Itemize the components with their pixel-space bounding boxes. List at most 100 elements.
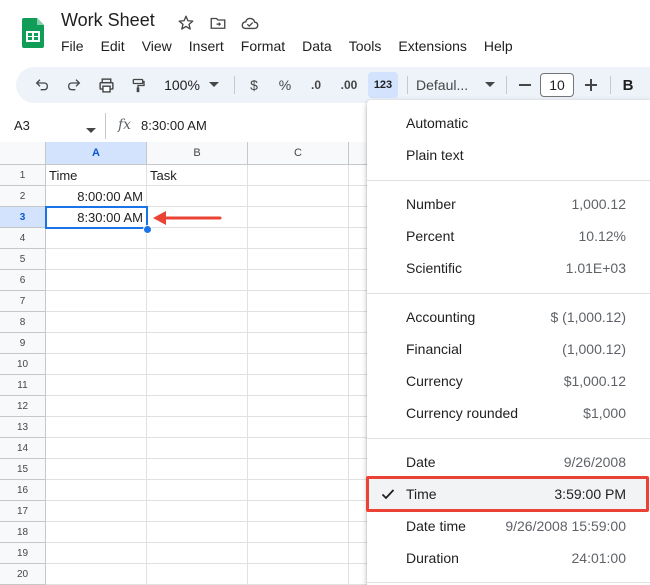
menu-item-accounting[interactable]: Accounting $ (1,000.12)	[367, 301, 650, 333]
zoom-select[interactable]: 100%	[160, 67, 204, 103]
column-header-c[interactable]: C	[248, 142, 349, 165]
cloud-saved-icon[interactable]	[240, 13, 260, 33]
star-icon[interactable]	[176, 13, 196, 33]
menu-format[interactable]: Format	[241, 38, 285, 54]
row-header-5[interactable]: 5	[0, 249, 46, 270]
document-title[interactable]: Work Sheet	[61, 10, 155, 31]
cell-c5[interactable]	[248, 249, 349, 270]
row-header-18[interactable]: 18	[0, 522, 46, 543]
menu-edit[interactable]: Edit	[101, 38, 125, 54]
select-all-corner[interactable]	[0, 142, 46, 165]
sheets-logo-icon[interactable]	[22, 18, 44, 48]
cell-a10[interactable]	[46, 354, 147, 375]
row-header-6[interactable]: 6	[0, 270, 46, 291]
menu-item-percent[interactable]: Percent 10.12%	[367, 220, 650, 252]
currency-format-button[interactable]: $	[244, 67, 264, 103]
more-formats-button[interactable]: 123	[368, 72, 398, 98]
column-header-b[interactable]: B	[147, 142, 248, 165]
cell-c18[interactable]	[248, 522, 349, 543]
percent-format-button[interactable]: %	[275, 67, 295, 103]
move-folder-icon[interactable]	[208, 13, 228, 33]
cell-a19[interactable]	[46, 543, 147, 564]
menu-view[interactable]: View	[142, 38, 172, 54]
cell-c6[interactable]	[248, 270, 349, 291]
row-header-13[interactable]: 13	[0, 417, 46, 438]
cell-c7[interactable]	[248, 291, 349, 312]
row-header-16[interactable]: 16	[0, 480, 46, 501]
cell-c17[interactable]	[248, 501, 349, 522]
cell-b19[interactable]	[147, 543, 248, 564]
cell-b5[interactable]	[147, 249, 248, 270]
row-header-4[interactable]: 4	[0, 228, 46, 249]
zoom-caret-icon[interactable]	[208, 67, 220, 103]
cell-c14[interactable]	[248, 438, 349, 459]
column-header-a[interactable]: A	[46, 142, 147, 165]
cell-c15[interactable]	[248, 459, 349, 480]
font-caret-icon[interactable]	[484, 67, 496, 103]
cell-b12[interactable]	[147, 396, 248, 417]
menu-item-automatic[interactable]: Automatic	[367, 107, 650, 139]
menu-item-scientific[interactable]: Scientific 1.01E+03	[367, 252, 650, 284]
menu-file[interactable]: File	[61, 38, 84, 54]
cell-c8[interactable]	[248, 312, 349, 333]
cell-b7[interactable]	[147, 291, 248, 312]
increase-decimal-button[interactable]: .00	[336, 67, 362, 103]
cell-a17[interactable]	[46, 501, 147, 522]
fill-handle[interactable]	[143, 225, 152, 234]
cell-c16[interactable]	[248, 480, 349, 501]
cell-a6[interactable]	[46, 270, 147, 291]
cell-a8[interactable]	[46, 312, 147, 333]
cell-a13[interactable]	[46, 417, 147, 438]
cell-c2[interactable]	[248, 186, 349, 207]
cell-a3[interactable]: 8:30:00 AM	[46, 207, 147, 228]
cell-a1[interactable]: Time	[46, 165, 147, 186]
cell-c13[interactable]	[248, 417, 349, 438]
cell-b10[interactable]	[147, 354, 248, 375]
cell-a4[interactable]	[46, 228, 147, 249]
menu-tools[interactable]: Tools	[349, 38, 382, 54]
cell-b4[interactable]	[147, 228, 248, 249]
undo-icon[interactable]	[30, 67, 54, 103]
cell-a20[interactable]	[46, 564, 147, 585]
menu-item-currency-rounded[interactable]: Currency rounded $1,000	[367, 397, 650, 429]
formula-input[interactable]: 8:30:00 AM	[141, 118, 207, 133]
row-header-12[interactable]: 12	[0, 396, 46, 417]
cell-a15[interactable]	[46, 459, 147, 480]
cell-b14[interactable]	[147, 438, 248, 459]
cell-a18[interactable]	[46, 522, 147, 543]
font-select[interactable]: Defaul...	[416, 67, 478, 103]
cell-c1[interactable]	[248, 165, 349, 186]
cell-c9[interactable]	[248, 333, 349, 354]
menu-insert[interactable]: Insert	[189, 38, 224, 54]
row-header-19[interactable]: 19	[0, 543, 46, 564]
row-header-11[interactable]: 11	[0, 375, 46, 396]
cell-c19[interactable]	[248, 543, 349, 564]
paint-format-icon[interactable]	[126, 67, 150, 103]
cell-a2[interactable]: 8:00:00 AM	[46, 186, 147, 207]
row-header-1[interactable]: 1	[0, 165, 46, 186]
cell-a16[interactable]	[46, 480, 147, 501]
row-header-7[interactable]: 7	[0, 291, 46, 312]
bold-button[interactable]: B	[618, 67, 638, 103]
row-header-17[interactable]: 17	[0, 501, 46, 522]
menu-item-number[interactable]: Number 1,000.12	[367, 188, 650, 220]
decrease-decimal-button[interactable]: .0	[304, 67, 328, 103]
cell-b2[interactable]	[147, 186, 248, 207]
cell-b18[interactable]	[147, 522, 248, 543]
print-icon[interactable]	[94, 67, 118, 103]
menu-item-date[interactable]: Date 9/26/2008	[367, 446, 650, 478]
cell-c11[interactable]	[248, 375, 349, 396]
menu-extensions[interactable]: Extensions	[398, 38, 466, 54]
menu-item-duration[interactable]: Duration 24:01:00	[367, 542, 650, 574]
menu-help[interactable]: Help	[484, 38, 513, 54]
cell-b1[interactable]: Task	[147, 165, 248, 186]
row-header-15[interactable]: 15	[0, 459, 46, 480]
name-box[interactable]: A3	[14, 118, 30, 133]
cell-c12[interactable]	[248, 396, 349, 417]
cell-c20[interactable]	[248, 564, 349, 585]
decrease-font-size-icon[interactable]	[516, 67, 534, 103]
cell-c3[interactable]	[248, 207, 349, 228]
cell-a11[interactable]	[46, 375, 147, 396]
cell-b13[interactable]	[147, 417, 248, 438]
cell-c4[interactable]	[248, 228, 349, 249]
